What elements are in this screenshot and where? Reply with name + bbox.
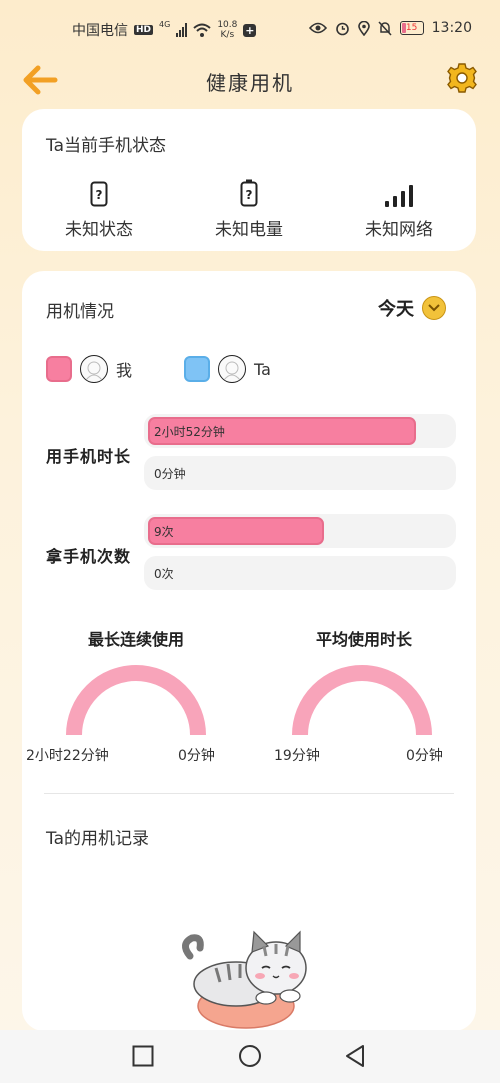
avatar [218, 355, 246, 383]
legend-label: Ta [254, 359, 271, 379]
duration-bar-me: 2小时52分钟 [144, 414, 456, 448]
status-item-label: 未知电量 [215, 220, 283, 240]
net-speed: 10.8 K/s [217, 20, 238, 40]
longest-title: 最长连续使用 [87, 630, 184, 649]
app-header: 健康用机 [0, 58, 500, 102]
avatar [80, 355, 108, 383]
battery-icon: 15 [399, 21, 424, 35]
legend-swatch-pink [46, 356, 72, 382]
svg-text:?: ? [96, 188, 103, 202]
status-item-label: 未知网络 [365, 220, 433, 240]
phone-unknown-icon: ? [90, 181, 108, 207]
signal-icon [385, 185, 413, 207]
hd-badge: HD [134, 25, 154, 35]
status-item-label: 未知状态 [65, 220, 133, 240]
average-title: 平均使用时长 [315, 630, 412, 649]
phone-status-title: Ta当前手机状态 [46, 136, 166, 156]
gear-icon[interactable] [446, 62, 478, 94]
location-icon [357, 20, 370, 36]
legend-swatch-blue [184, 356, 210, 382]
chevron-down-icon [422, 296, 446, 320]
alarm-icon [335, 22, 349, 35]
legend-ta: Ta [184, 355, 271, 383]
period-selector[interactable]: 今天 [378, 295, 446, 321]
status-item-battery: ? 未知电量 [174, 177, 324, 240]
page-title: 健康用机 [206, 71, 294, 95]
mute-bell-icon [378, 20, 392, 36]
pickups-bar-me: 9次 [144, 514, 456, 548]
average-me-value: 19分钟 [274, 748, 320, 764]
system-navbar [0, 1030, 500, 1083]
status-item-network: 未知网络 [324, 177, 474, 240]
period-label: 今天 [378, 299, 414, 320]
wifi-icon [193, 23, 211, 37]
back-icon[interactable] [344, 1044, 366, 1068]
battery-unknown-icon: ? [240, 179, 258, 207]
longest-me-value: 2小时22分钟 [26, 748, 109, 764]
cell-signal-icon [176, 23, 188, 37]
pickups-label: 拿手机次数 [46, 547, 132, 566]
pickups-bar-ta: 0次 [144, 556, 456, 590]
carrier-label: 中国电信 [72, 23, 128, 39]
usage-card: 用机情况 今天 我 Ta 用手机时长 2小时52分钟 0分钟 拿手机次数 9次 [22, 271, 476, 1031]
recent-apps-icon[interactable] [132, 1045, 154, 1067]
duration-bar-ta: 0分钟 [144, 456, 456, 490]
svg-text:?: ? [246, 188, 253, 202]
bar-label: 9次 [154, 525, 174, 539]
network-type: 4G [159, 20, 171, 29]
eye-icon [308, 22, 327, 34]
bar-label: 2小时52分钟 [154, 425, 225, 439]
average-gauge [292, 665, 432, 736]
legend-label: 我 [116, 361, 133, 380]
longest-ta-value: 0分钟 [178, 748, 215, 764]
bar-label: 0分钟 [154, 467, 186, 481]
longest-gauge [66, 665, 206, 736]
average-ta-value: 0分钟 [406, 748, 443, 764]
clock: 13:20 [431, 20, 472, 36]
status-bar: 中国电信 HD 4G 10.8 K/s + 15 13:20 [0, 0, 500, 58]
home-icon[interactable] [238, 1044, 262, 1068]
bar-fill [148, 517, 324, 545]
bar-label: 0次 [154, 567, 174, 581]
legend-me: 我 [46, 355, 132, 383]
divider [44, 793, 454, 794]
duration-label: 用手机时长 [46, 447, 132, 466]
plus-icon: + [243, 23, 257, 37]
status-item-state: ? 未知状态 [24, 177, 174, 240]
usage-title: 用机情况 [46, 302, 114, 322]
records-title: Ta的用机记录 [46, 829, 149, 849]
phone-status-card: Ta当前手机状态 ? 未知状态 ? 未知电量 未知网络 [22, 109, 476, 251]
cat-illustration-icon [182, 930, 307, 1029]
